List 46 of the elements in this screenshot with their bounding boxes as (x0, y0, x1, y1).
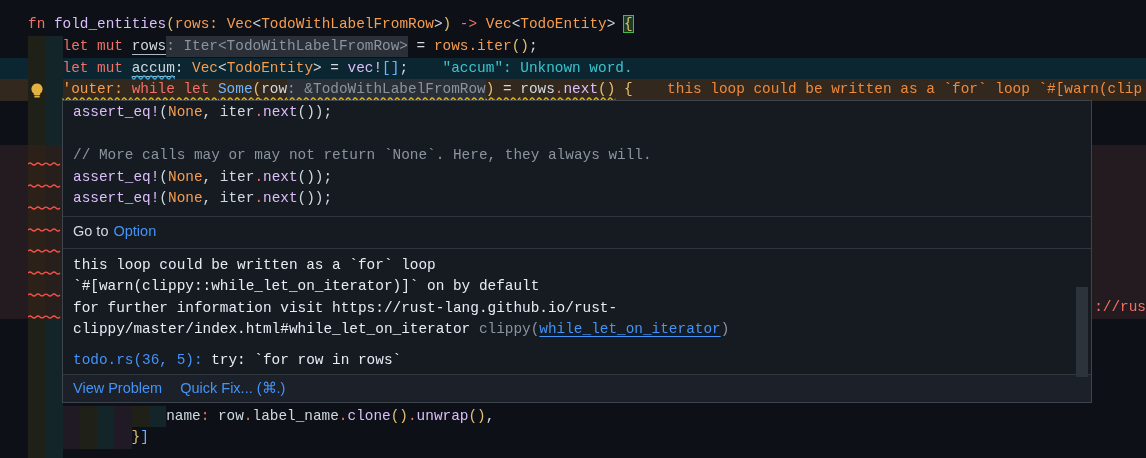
go-to-label: Go to (73, 222, 109, 242)
inline-diagnostic: "accum": Unknown word. (442, 58, 633, 78)
code-text: }] (131, 428, 149, 448)
error-squiggle (28, 292, 62, 297)
status-action[interactable]: Quick Fix... (⌘.) (180, 377, 286, 400)
code-text: assert_eq!(None, iter.next()); (73, 103, 333, 122)
error-squiggle (28, 162, 62, 167)
error-squiggle (28, 249, 62, 254)
diagnostic-message: `#[warn(clippy::while_let_on_iterator)]` on by default (73, 277, 540, 296)
indent-guide (28, 122, 46, 145)
indent-guide (45, 35, 63, 58)
code-text: assert_eq!(None, iter.next()); (73, 167, 333, 187)
inlay-hint: : &TodoWithLabelFromRow (287, 79, 486, 101)
indent-guide (45, 188, 63, 210)
code-text: // More calls may or may not return `None`. Here, they always will. (73, 146, 652, 165)
diagnostic-source: ) (720, 320, 730, 339)
inline-diagnostic: ://rus (1094, 297, 1146, 317)
diagnostic-message: clippy/master/index.html#while_let_on_iterator (73, 320, 471, 339)
code-text: fn fold_entities(rows: Vec<TodoWithLabelFromRow>) -> Vec<TodoEntity> { (28, 15, 633, 35)
type-link[interactable]: Option (113, 221, 157, 243)
inline-diagnostic: this loop could be written as a `for` loop `#[warn(clip (667, 80, 1143, 100)
error-squiggle (28, 271, 62, 275)
rule-link[interactable]: while_let_on_iterator (539, 319, 721, 341)
code-text: 'outer: while let Some(row (62, 80, 288, 100)
code-text: assert_eq!(None, iter.next()); (73, 189, 333, 208)
code-text: ) = rows.next() { (485, 80, 633, 100)
indent-guide (45, 166, 63, 188)
indent-guide (28, 35, 46, 58)
indent-guide (28, 318, 46, 341)
diagnostic-source: clippy( (478, 320, 540, 339)
diagnostic-message: for further information visit https://rust-lang.github.io/rust- (73, 298, 618, 318)
code-text: = rows.iter(); (415, 36, 538, 56)
scrollbar-thumb[interactable] (1076, 286, 1088, 377)
inlay-hint: : Iter<TodoWithLabelFromRow> (166, 35, 408, 58)
diagnostic-message: this loop could be written as a `for` loop (73, 255, 436, 275)
suggestion-text: try: `for row in rows` (211, 350, 402, 370)
error-squiggle (28, 184, 62, 188)
code-text: name: row.label_name.clone().unwrap(), (166, 406, 495, 426)
indent-guide (45, 253, 63, 275)
location-link[interactable]: todo.rs(36, 5): (73, 349, 203, 371)
error-squiggle (28, 227, 62, 232)
error-squiggle (28, 205, 62, 210)
indent-guide (45, 275, 63, 297)
status-action[interactable]: View Problem (73, 377, 163, 400)
error-squiggle (28, 314, 62, 319)
code-text: let mut accum: Vec<TodoEntity> = vec![]; (62, 58, 409, 79)
